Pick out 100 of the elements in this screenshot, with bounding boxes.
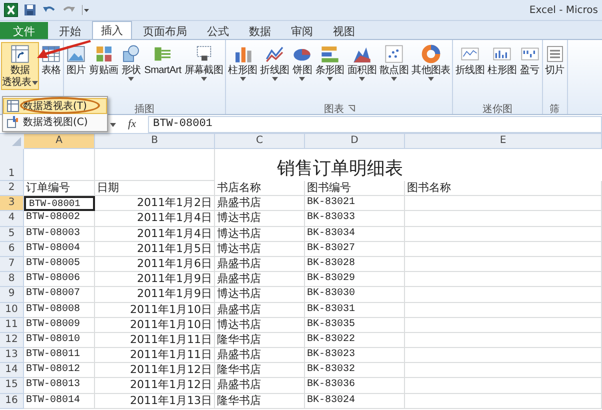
column-header[interactable]: D — [305, 134, 405, 149]
picture-icon — [66, 44, 86, 64]
row-header[interactable]: 1 — [0, 149, 24, 181]
table-cell: BTW-08013 — [24, 378, 95, 394]
ribbon-button[interactable]: 饼图 — [291, 42, 314, 83]
table-cell: 博达书店 — [215, 318, 305, 333]
group-label: 图表 — [324, 102, 344, 114]
row-header[interactable]: 7 — [0, 256, 24, 272]
table-cell: BTW-08007 — [24, 287, 95, 302]
ribbon-button[interactable]: 数据 透视表 — [1, 42, 40, 90]
table-cell: 鼎盛书店 — [215, 302, 305, 318]
row-header[interactable]: 15 — [0, 378, 24, 394]
excel-logo-icon — [4, 3, 18, 17]
file-tab[interactable]: 文件 — [0, 22, 48, 39]
ribbon-tab[interactable]: 页面布局 — [134, 22, 196, 39]
function-label[interactable]: fx — [122, 118, 142, 130]
table-cell: 博达书店 — [215, 287, 305, 302]
ribbon-button[interactable]: 屏幕截图 — [183, 42, 224, 83]
group-label: 插图 — [134, 102, 155, 114]
table-cell: BTW-08003 — [24, 226, 95, 242]
shapes-icon — [121, 44, 142, 64]
annotation-arrow — [37, 40, 91, 58]
ribbon-tab[interactable]: 审阅 — [282, 22, 322, 39]
table-cell: BTW-08005 — [24, 256, 95, 272]
table-cell: 鼎盛书店 — [215, 272, 305, 288]
ribbon-tab[interactable]: 数据 — [240, 22, 280, 39]
donut-chart-icon — [421, 44, 442, 64]
table-cell: BTW-08014 — [24, 394, 95, 409]
row-header[interactable]: 12 — [0, 332, 24, 348]
table-cell: 2011年1月4日 — [95, 211, 215, 227]
ribbon-button[interactable]: 散点图 — [378, 42, 410, 83]
table-cell: 订单编号 — [24, 181, 95, 196]
table-cell: 博达书店 — [215, 211, 305, 227]
row-header[interactable]: 16 — [0, 394, 24, 409]
table-cell: 2011年1月6日 — [95, 256, 215, 272]
table-cell: BTW-08006 — [24, 272, 95, 288]
ribbon-tab[interactable]: 插入 — [92, 21, 132, 39]
row-header[interactable]: 6 — [0, 242, 24, 257]
ribbon-button[interactable]: 条形图 — [314, 42, 346, 83]
ribbon-tab[interactable]: 公式 — [198, 22, 238, 39]
row-header[interactable]: 14 — [0, 363, 24, 378]
table-cell: BTW-08009 — [24, 318, 95, 333]
row-header[interactable]: 4 — [0, 211, 24, 227]
row-header[interactable]: 3 — [0, 196, 24, 212]
ribbon-button[interactable]: 折线图 — [454, 42, 486, 78]
pivot-table-icon — [10, 44, 30, 64]
row-header[interactable]: 2 — [0, 181, 24, 196]
table-cell: 2011年1月11日 — [95, 332, 215, 348]
table-cell: 2011年1月9日 — [95, 272, 215, 288]
row-header[interactable]: 8 — [0, 272, 24, 288]
pivot-table-icon — [7, 100, 19, 112]
table-cell: BTW-08011 — [24, 348, 95, 364]
pivot-chart-icon — [7, 116, 19, 128]
ribbon-tab[interactable]: 开始 — [50, 22, 90, 39]
sheet-title: 销售订单明细表 — [276, 157, 404, 181]
table-cell: BTW-08010 — [24, 332, 95, 348]
table-cell: 鼎盛书店 — [215, 378, 305, 394]
row-header[interactable]: 10 — [0, 302, 24, 318]
formula-field[interactable]: BTW-08001 — [148, 116, 602, 132]
row-header[interactable]: 13 — [0, 348, 24, 364]
table-cell: 鼎盛书店 — [215, 196, 305, 212]
select-all-corner-icon — [0, 134, 24, 149]
caret-icon — [110, 122, 116, 126]
table-cell: 2011年1月5日 — [95, 242, 215, 257]
table-cell: 鼎盛书店 — [215, 348, 305, 364]
scatter-chart-icon — [384, 44, 404, 64]
table-cell: 图书编号 — [305, 181, 405, 196]
table-cell: 2011年1月13日 — [95, 394, 215, 409]
row-header[interactable]: 9 — [0, 287, 24, 302]
table-cell: 2011年1月10日 — [95, 302, 215, 318]
column-header[interactable]: E — [405, 134, 602, 149]
window-title: Excel - Micros — [529, 4, 598, 16]
ribbon-button[interactable]: 折线图 — [259, 42, 290, 83]
ribbon-tab[interactable]: 视图 — [324, 22, 364, 39]
customize-caret-icon — [82, 5, 90, 15]
ribbon-button[interactable]: 切片 — [544, 42, 566, 78]
column-header[interactable]: A — [24, 134, 95, 149]
ribbon-button[interactable]: 柱形图 — [486, 42, 518, 78]
menu-item[interactable]: 数据透视图(C) — [3, 114, 107, 130]
column-header[interactable]: C — [215, 134, 305, 149]
bar-chart-icon — [320, 44, 340, 64]
table-cell: BTW-08004 — [24, 242, 95, 257]
table-cell: 鼎盛书店 — [215, 256, 305, 272]
ribbon-button[interactable]: 其他图表 — [410, 42, 452, 83]
column-header[interactable]: B — [95, 134, 215, 149]
ribbon-button[interactable]: 形状 — [120, 42, 142, 83]
row-header[interactable]: 5 — [0, 226, 24, 242]
row-header[interactable]: 11 — [0, 318, 24, 333]
table-cell: 日期 — [95, 181, 215, 196]
table-cell: 隆华书店 — [215, 363, 305, 378]
table-cell: BTW-08001 — [24, 196, 95, 212]
ribbon-button[interactable]: SmartArt — [143, 42, 182, 78]
table-cell: 2011年1月12日 — [95, 363, 215, 378]
ribbon-button[interactable]: 面积图 — [346, 42, 378, 83]
ribbon-button[interactable]: 剪贴画 — [88, 42, 120, 78]
save-icon — [24, 4, 36, 16]
table-cell: 2011年1月4日 — [95, 226, 215, 242]
group-label: 迷你图 — [482, 102, 513, 114]
ribbon-button[interactable]: 盈亏 — [518, 42, 541, 78]
ribbon-button[interactable]: 柱形图 — [227, 42, 258, 83]
